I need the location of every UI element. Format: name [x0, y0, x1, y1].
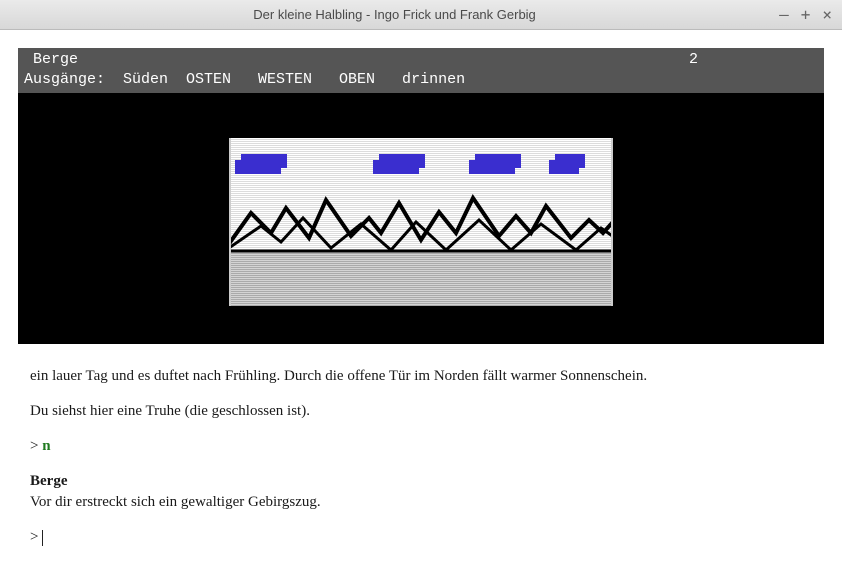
ground	[231, 250, 611, 306]
story-paragraph: Du siehst hier eine Truhe (die geschloss…	[30, 401, 812, 422]
status-score: 2	[689, 50, 818, 70]
command-text: n	[42, 438, 50, 454]
game-window: Berge 2 Ausgänge: Süden OSTEN WESTEN OBE…	[0, 30, 842, 567]
prior-command: > n	[30, 436, 812, 457]
maximize-button[interactable]: +	[801, 7, 811, 23]
mountains-icon	[231, 178, 613, 254]
prompt-symbol: >	[30, 438, 42, 454]
window-titlebar: Der kleine Halbling - Ingo Frick und Fra…	[0, 0, 842, 30]
story-text: ein lauer Tag und es duftet nach Frühlin…	[18, 344, 824, 548]
location-description: Vor dir erstreckt sich ein gewaltiger Ge…	[30, 494, 321, 510]
status-exits: Ausgänge: Süden OSTEN WESTEN OBEN drinne…	[24, 70, 818, 90]
status-location: Berge	[24, 50, 78, 70]
location-name: Berge	[30, 473, 67, 489]
window-title: Der kleine Halbling - Ingo Frick und Fra…	[10, 7, 779, 22]
input-prompt[interactable]: >	[30, 527, 812, 548]
minimize-button[interactable]: –	[779, 7, 789, 23]
window-controls: – + ×	[779, 7, 832, 23]
status-bar: Berge 2 Ausgänge: Süden OSTEN WESTEN OBE…	[18, 48, 824, 93]
story-paragraph: ein lauer Tag und es duftet nach Frühlin…	[30, 366, 812, 387]
location-block: Berge Vor dir erstreckt sich ein gewalti…	[30, 471, 812, 513]
graphic-viewport: Berge 2 Ausgänge: Süden OSTEN WESTEN OBE…	[18, 48, 824, 344]
close-button[interactable]: ×	[822, 7, 832, 23]
prompt-symbol: >	[30, 527, 38, 548]
text-cursor	[42, 530, 43, 546]
scene-illustration	[229, 138, 613, 306]
